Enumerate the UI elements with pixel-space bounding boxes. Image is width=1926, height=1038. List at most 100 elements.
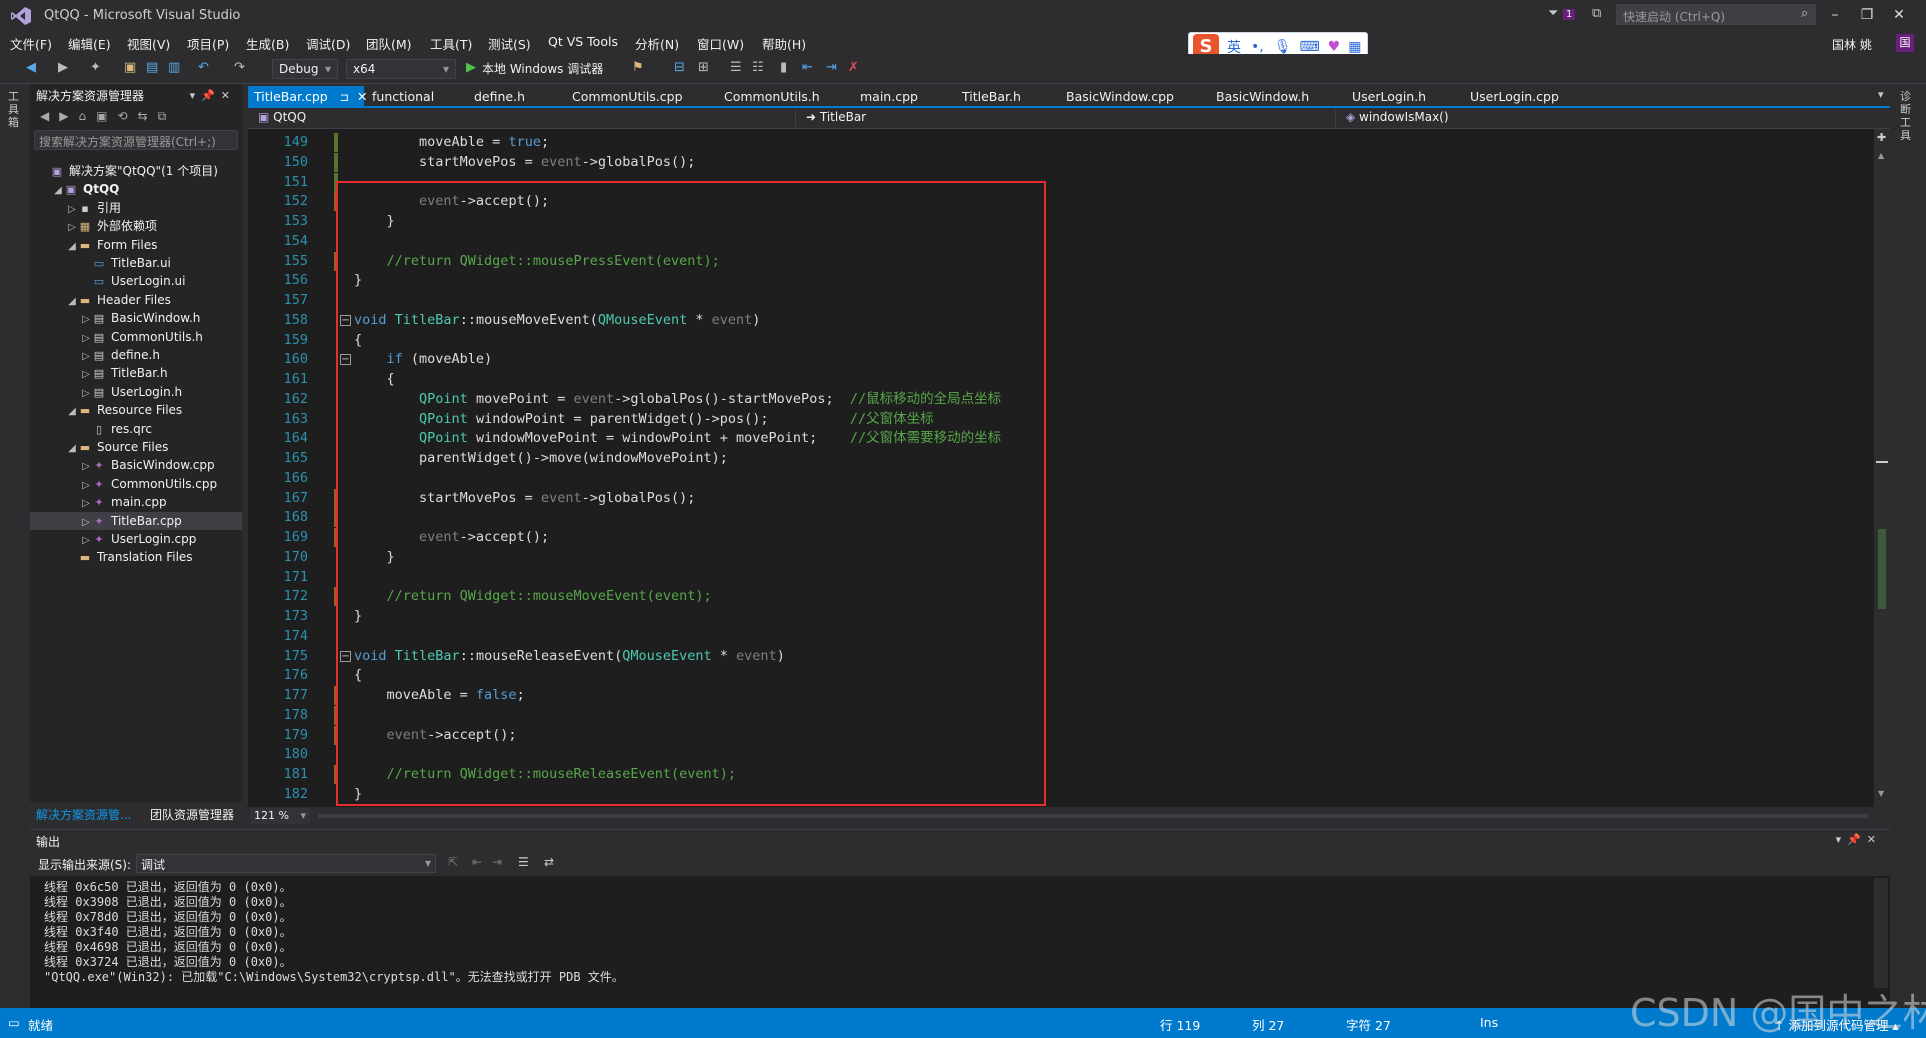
tab-titlebar-cpp[interactable]: TitleBar.cpp ⊐ ✕	[248, 86, 367, 108]
collapsed-arrow-icon[interactable]: ▷	[80, 330, 92, 348]
tree-item[interactable]: ▷ ▤ UserLogin.h	[30, 383, 242, 401]
menu-view[interactable]: 视图(V)	[127, 34, 170, 53]
diagnostic-tools-tab[interactable]: 诊断工具	[1900, 90, 1914, 142]
tab-commonutils-h[interactable]: CommonUtils.h	[718, 86, 826, 108]
tab-basicwindow-h[interactable]: BasicWindow.h	[1210, 86, 1315, 108]
menu-debug[interactable]: 调试(D)	[306, 34, 350, 53]
platform-select[interactable]: x64 ▾	[346, 59, 456, 79]
tab-overflow-icon[interactable]: ▾	[1878, 88, 1884, 101]
menu-project[interactable]: 项目(P)	[187, 34, 229, 53]
tree-item[interactable]: ▷ ✦ TitleBar.cpp	[30, 511, 242, 530]
next-message-icon[interactable]: ⇥	[492, 855, 502, 869]
switch-views-icon[interactable]: ▣	[96, 109, 117, 123]
find-in-files-icon[interactable]: ⊟	[674, 60, 685, 75]
tab-commonutils-cpp[interactable]: CommonUtils.cpp	[566, 86, 689, 108]
menu-edit[interactable]: 编辑(E)	[68, 34, 111, 53]
user-name[interactable]: 国林 姚	[1832, 36, 1872, 53]
tab-functional[interactable]: functional	[366, 86, 440, 108]
restore-button[interactable]: ❐	[1852, 4, 1882, 26]
tree-item[interactable]: ▣ 解决方案"QtQQ"(1 个项目)	[30, 162, 242, 180]
collapse-all-icon[interactable]: ⧉	[158, 109, 177, 123]
scroll-up-icon[interactable]: ▲	[1878, 151, 1884, 160]
collapsed-arrow-icon[interactable]: ▷	[80, 458, 92, 476]
next-bookmark-icon[interactable]: ⇥	[826, 60, 837, 75]
collapsed-arrow-icon[interactable]: ▷	[80, 311, 92, 329]
prev-message-icon[interactable]: ⇤	[472, 855, 482, 869]
comment-icon[interactable]: ⊞	[698, 60, 709, 75]
forward-icon[interactable]: ▶	[59, 109, 78, 123]
collapsed-arrow-icon[interactable]: ▷	[80, 366, 92, 384]
notifications-filter-icon[interactable]: ⏷	[1548, 6, 1558, 21]
tab-userlogin-cpp[interactable]: UserLogin.cpp	[1464, 86, 1565, 108]
word-wrap-icon[interactable]: ⇄	[544, 855, 554, 869]
back-icon[interactable]: ◀	[40, 109, 59, 123]
sync-icon[interactable]: ⇆	[138, 109, 158, 123]
menu-build[interactable]: 生成(B)	[246, 34, 289, 53]
tab-define-h[interactable]: define.h	[468, 86, 531, 108]
output-text[interactable]: 线程 0x6c50 已退出，返回值为 0 (0x0)。 线程 0x3908 已退出…	[30, 878, 1870, 988]
tree-item[interactable]: ▷ ✦ UserLogin.cpp	[30, 530, 242, 548]
tree-item[interactable]: ▯ res.qrc	[30, 420, 242, 438]
collapsed-arrow-icon[interactable]: ▷	[66, 201, 78, 219]
redo-icon[interactable]: ↷	[234, 60, 245, 75]
menu-help[interactable]: 帮助(H)	[762, 34, 806, 53]
menu-tools[interactable]: 工具(T)	[430, 34, 472, 53]
zoom-select[interactable]: 121 % ▾	[250, 808, 310, 824]
output-scrollbar[interactable]	[1874, 878, 1888, 988]
save-all-icon[interactable]: ▥	[168, 60, 180, 75]
tree-item[interactable]: ▷ ✦ BasicWindow.cpp	[30, 456, 242, 474]
expanded-arrow-icon[interactable]: ◢	[66, 293, 78, 311]
tree-item[interactable]: ▷ ▤ TitleBar.h	[30, 364, 242, 382]
code-line[interactable]: 150 startMovePos = event->globalPos();	[248, 152, 1868, 172]
panel-controls[interactable]: ▾📌✕	[190, 89, 236, 102]
horizontal-scrollbar[interactable]	[318, 814, 1868, 818]
collapsed-arrow-icon[interactable]: ▷	[80, 532, 92, 550]
member-dropdown[interactable]: ◈ windowIsMax()	[1340, 110, 1884, 127]
tree-item[interactable]: ◢ ▬ Source Files	[30, 438, 242, 456]
tree-item[interactable]: ◢ ▬ Resource Files	[30, 401, 242, 419]
indent-icon[interactable]: ☰	[730, 60, 742, 75]
panel-controls[interactable]: ▾📌✕	[1836, 833, 1882, 846]
collapsed-arrow-icon[interactable]: ▷	[80, 495, 92, 513]
scroll-thumb[interactable]	[1876, 461, 1888, 463]
feedback-icon[interactable]: ⧉	[1592, 6, 1601, 21]
quick-launch-input[interactable]: 快速启动 (Ctrl+Q)	[1616, 4, 1816, 25]
find-message-icon[interactable]: ⇱	[448, 855, 458, 869]
tree-item[interactable]: ▭ UserLogin.ui	[30, 272, 242, 290]
start-debug-icon[interactable]: ▶	[466, 60, 476, 75]
undo-icon[interactable]: ↶	[198, 60, 209, 75]
menu-team[interactable]: 团队(M)	[366, 34, 412, 53]
tree-item[interactable]: ▭ TitleBar.ui	[30, 254, 242, 272]
expanded-arrow-icon[interactable]: ◢	[66, 238, 78, 256]
tab-solution-explorer[interactable]: 解决方案资源管...	[36, 806, 131, 823]
tree-item[interactable]: ▷ ✦ main.cpp	[30, 493, 242, 511]
code-line[interactable]: 149 moveAble = true;	[248, 133, 1868, 152]
outdent-icon[interactable]: ☷	[752, 60, 764, 75]
tab-main-cpp[interactable]: main.cpp	[854, 86, 924, 108]
menu-file[interactable]: 文件(F)	[10, 34, 52, 53]
output-source-select[interactable]: 调试 ▾	[136, 854, 436, 873]
clear-bookmarks-icon[interactable]: ✗	[848, 60, 859, 75]
split-icon[interactable]: ✚	[1877, 131, 1886, 144]
editor-vertical-scrollbar[interactable]: ✚ ▲ ▼	[1874, 129, 1890, 807]
save-icon[interactable]: ▤	[146, 60, 158, 75]
configuration-select[interactable]: Debug ▾	[272, 59, 338, 79]
tree-item[interactable]: ◢ ▬ Form Files	[30, 236, 242, 254]
menu-analyze[interactable]: 分析(N)	[635, 34, 679, 53]
solution-search-input[interactable]: 搜索解决方案资源管理器(Ctrl+;)	[34, 130, 238, 150]
minimize-button[interactable]: –	[1820, 4, 1850, 26]
keyboard-icon[interactable]: ⌨	[1300, 39, 1320, 55]
tree-item[interactable]: ◢ ▬ Header Files	[30, 291, 242, 309]
tree-item[interactable]: ▷ ▦ 外部依赖项	[30, 217, 242, 235]
expanded-arrow-icon[interactable]: ◢	[66, 403, 78, 421]
new-project-icon[interactable]: ✦	[90, 60, 101, 75]
bookmark-icon[interactable]: ▮	[780, 60, 787, 75]
tree-item[interactable]: ▷ ▤ BasicWindow.h	[30, 309, 242, 327]
clear-all-icon[interactable]: ☰	[518, 855, 529, 869]
tab-userlogin-h[interactable]: UserLogin.h	[1346, 86, 1432, 108]
collapsed-arrow-icon[interactable]: ▷	[80, 385, 92, 403]
home-icon[interactable]: ⌂	[78, 109, 96, 123]
search-icon[interactable]: ⌕	[1801, 6, 1808, 21]
tree-item[interactable]: ▷ ▪ 引用	[30, 199, 242, 217]
menu-window[interactable]: 窗口(W)	[697, 34, 744, 53]
